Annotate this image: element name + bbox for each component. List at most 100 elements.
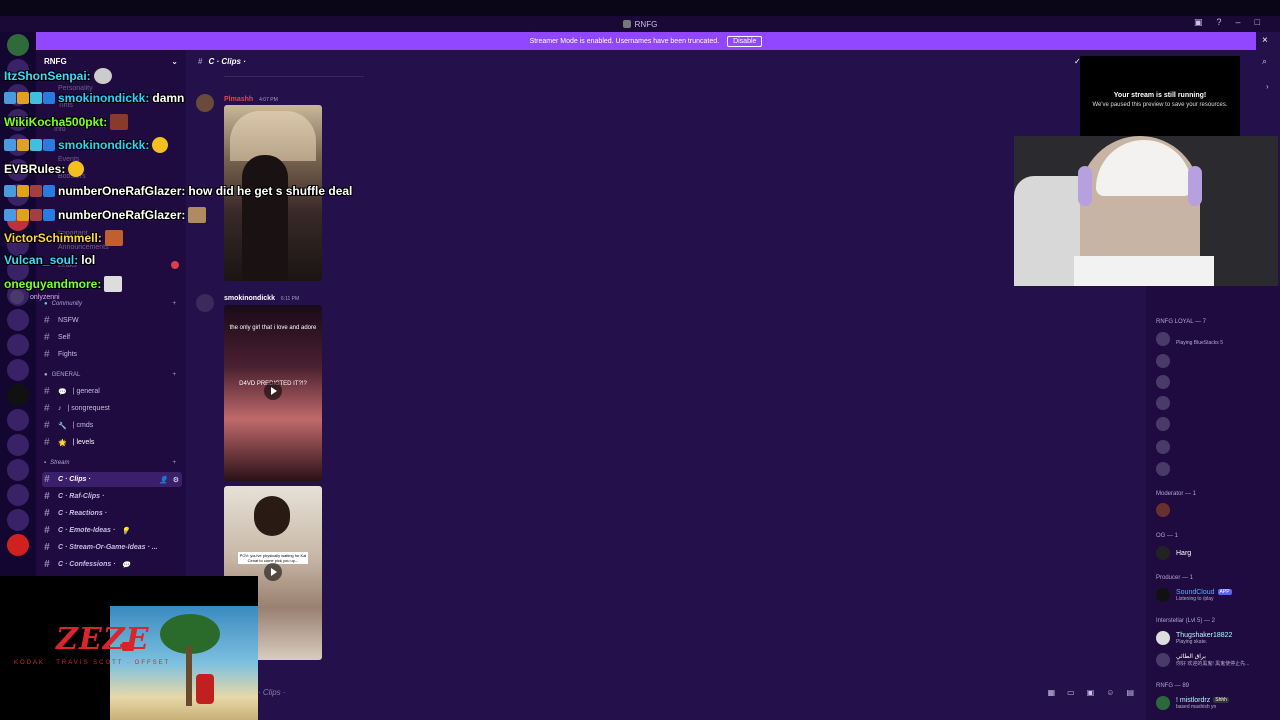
member-item[interactable]: ! mistlordrz Shhh based mashish yn <box>1156 696 1280 710</box>
chat-line: numberOneRafGlazer: how did he get s shu… <box>4 184 352 198</box>
minimize-icon[interactable]: – <box>1236 17 1241 28</box>
member-item[interactable] <box>1156 396 1280 410</box>
avatar <box>1156 462 1170 476</box>
message-timestamp: 6:11 PM <box>280 296 300 302</box>
channel-songrequest[interactable]: # ♪ | songrequest <box>44 403 184 414</box>
avatar[interactable] <box>196 94 214 112</box>
channel-label: | songrequest <box>67 405 110 412</box>
member-text: Thugshaker18822 Playing skate. <box>1176 632 1232 645</box>
server-icon[interactable] <box>7 434 29 456</box>
add-member-icon[interactable]: 👤 <box>159 476 168 484</box>
channel-confessions[interactable]: # C · Confessions · 💬 <box>44 559 184 570</box>
channel-nsfw[interactable]: # NSFW <box>44 315 184 326</box>
server-icon[interactable] <box>7 359 29 381</box>
chat-username: smokinondickk: <box>58 91 150 105</box>
server-icon[interactable] <box>7 409 29 431</box>
hash-icon: # <box>44 474 50 485</box>
category-stream[interactable]: ▪ Stream + <box>44 460 184 466</box>
member-item[interactable] <box>1156 503 1280 517</box>
member-item[interactable]: براق الطائي 你好 欢迎的黑鬼! 黑鬼使停止先... <box>1156 653 1280 667</box>
member-name: براق الطائي <box>1176 654 1206 660</box>
server-icon[interactable] <box>7 384 29 406</box>
author-name: smokinondickk <box>224 295 275 302</box>
badge-icon <box>43 209 55 221</box>
server-icon[interactable] <box>7 509 29 531</box>
member-item[interactable]: Playing BlueStacks 5 <box>1156 332 1280 346</box>
message-author[interactable]: Plmashh 4:07 PM <box>224 96 278 103</box>
app-title: RNFG <box>634 19 658 29</box>
member-item[interactable]: Harg <box>1156 546 1280 560</box>
channel-cmds[interactable]: # 🔧 | cmds <box>44 420 184 431</box>
member-item[interactable] <box>1156 354 1280 368</box>
server-icon[interactable] <box>7 34 29 56</box>
message-composer[interactable]: C · Clips · <box>250 684 1140 700</box>
member-item[interactable] <box>1156 417 1280 431</box>
gift-icon[interactable]: ▦ <box>1048 688 1056 697</box>
webcam-overlay <box>1014 136 1278 286</box>
member-item[interactable] <box>1156 440 1280 454</box>
channel-emote-ideas[interactable]: # C · Emote-Ideas · 💡 <box>44 525 184 536</box>
emoji-icon[interactable]: ☺ <box>1106 688 1114 697</box>
help-icon[interactable]: ? <box>1217 17 1222 28</box>
channel-self[interactable]: # Self <box>44 332 184 343</box>
add-channel-icon[interactable]: + <box>172 301 176 307</box>
server-icon[interactable] <box>7 459 29 481</box>
member-name: Thugshaker18822 <box>1176 631 1233 639</box>
close-icon[interactable]: × <box>1262 35 1274 46</box>
channel-fights[interactable]: # Fights <box>44 349 184 360</box>
add-channel-icon[interactable]: + <box>172 460 176 466</box>
member-group-title: RNFG — 89 <box>1156 683 1190 689</box>
member-group-title: Interstellar (Lvl 5) — 2 <box>1156 618 1216 624</box>
avatar <box>1156 696 1170 710</box>
add-channel-icon[interactable]: + <box>172 372 176 378</box>
hash-icon: # <box>44 437 50 448</box>
chevron-right-icon[interactable]: › <box>1266 82 1269 91</box>
channel-label: | levels <box>72 439 95 446</box>
server-icon[interactable] <box>7 309 29 331</box>
badge-icon <box>4 185 16 197</box>
channel-reactions[interactable]: # C · Reactions · <box>44 508 184 519</box>
gif-icon[interactable]: ▭ <box>1067 688 1075 697</box>
speech-icon: 💬 <box>121 561 131 569</box>
hash-icon: # <box>44 403 50 414</box>
category-general[interactable]: ● GENERAL + <box>44 372 184 378</box>
video-figure <box>254 496 290 536</box>
channel-clips[interactable]: # C · Clips · 👤 ⚙ <box>42 472 182 487</box>
video-attachment[interactable]: the only girl that i love and adore D4VD… <box>224 305 322 481</box>
server-icon[interactable] <box>7 484 29 506</box>
inbox-icon[interactable]: ▣ <box>1194 17 1203 28</box>
badge-icon <box>4 92 16 104</box>
chat-line: VictorSchimmell: <box>4 230 123 246</box>
play-icon[interactable] <box>264 382 282 400</box>
author-name: Plmashh <box>224 96 254 103</box>
disable-streamer-mode-button[interactable]: Disable <box>727 35 763 47</box>
channel-levels[interactable]: # 🌟 | levels <box>44 437 184 448</box>
channel-stream-or-game-ideas[interactable]: # C · Stream-Or-Game-Ideas · ... <box>44 542 184 553</box>
channel-raf-clips[interactable]: # C · Raf-Clips · <box>44 491 184 502</box>
server-icon[interactable] <box>7 334 29 356</box>
music-note-icon: ♪ <box>58 405 62 412</box>
app-badge: APP <box>1217 589 1232 595</box>
chat-username: WikiKocha500pkt: <box>4 115 108 129</box>
crying-emoji-icon <box>152 137 169 153</box>
play-icon[interactable] <box>264 563 282 581</box>
member-item[interactable] <box>1156 375 1280 389</box>
maximize-icon[interactable]: □ <box>1255 17 1260 28</box>
avatar[interactable] <box>196 294 214 312</box>
member-item[interactable] <box>1156 462 1280 476</box>
gear-icon[interactable]: ⚙ <box>173 476 179 484</box>
member-item[interactable]: SoundCloud APP Listening to /play <box>1156 588 1280 602</box>
apps-icon[interactable]: ▤ <box>1126 688 1134 697</box>
message-author[interactable]: smokinondickk 6:11 PM <box>224 295 299 302</box>
avatar <box>1156 375 1170 389</box>
channel-general[interactable]: # 💬 | general <box>44 386 184 397</box>
lightbulb-icon: 💡 <box>121 527 130 535</box>
member-item[interactable]: onlyzenni <box>10 290 134 304</box>
search-icon[interactable]: ⌕ <box>1262 56 1267 67</box>
sticker-icon[interactable]: ▣ <box>1087 688 1095 697</box>
server-icon[interactable] <box>7 534 29 556</box>
member-item[interactable]: Thugshaker18822 Playing skate. <box>1156 631 1280 645</box>
star-icon: 🌟 <box>58 439 67 447</box>
chat-line: WikiKocha500pkt: <box>4 114 129 130</box>
composer-toolbar: ▦ ▭ ▣ ☺ ▤ <box>1048 688 1134 697</box>
